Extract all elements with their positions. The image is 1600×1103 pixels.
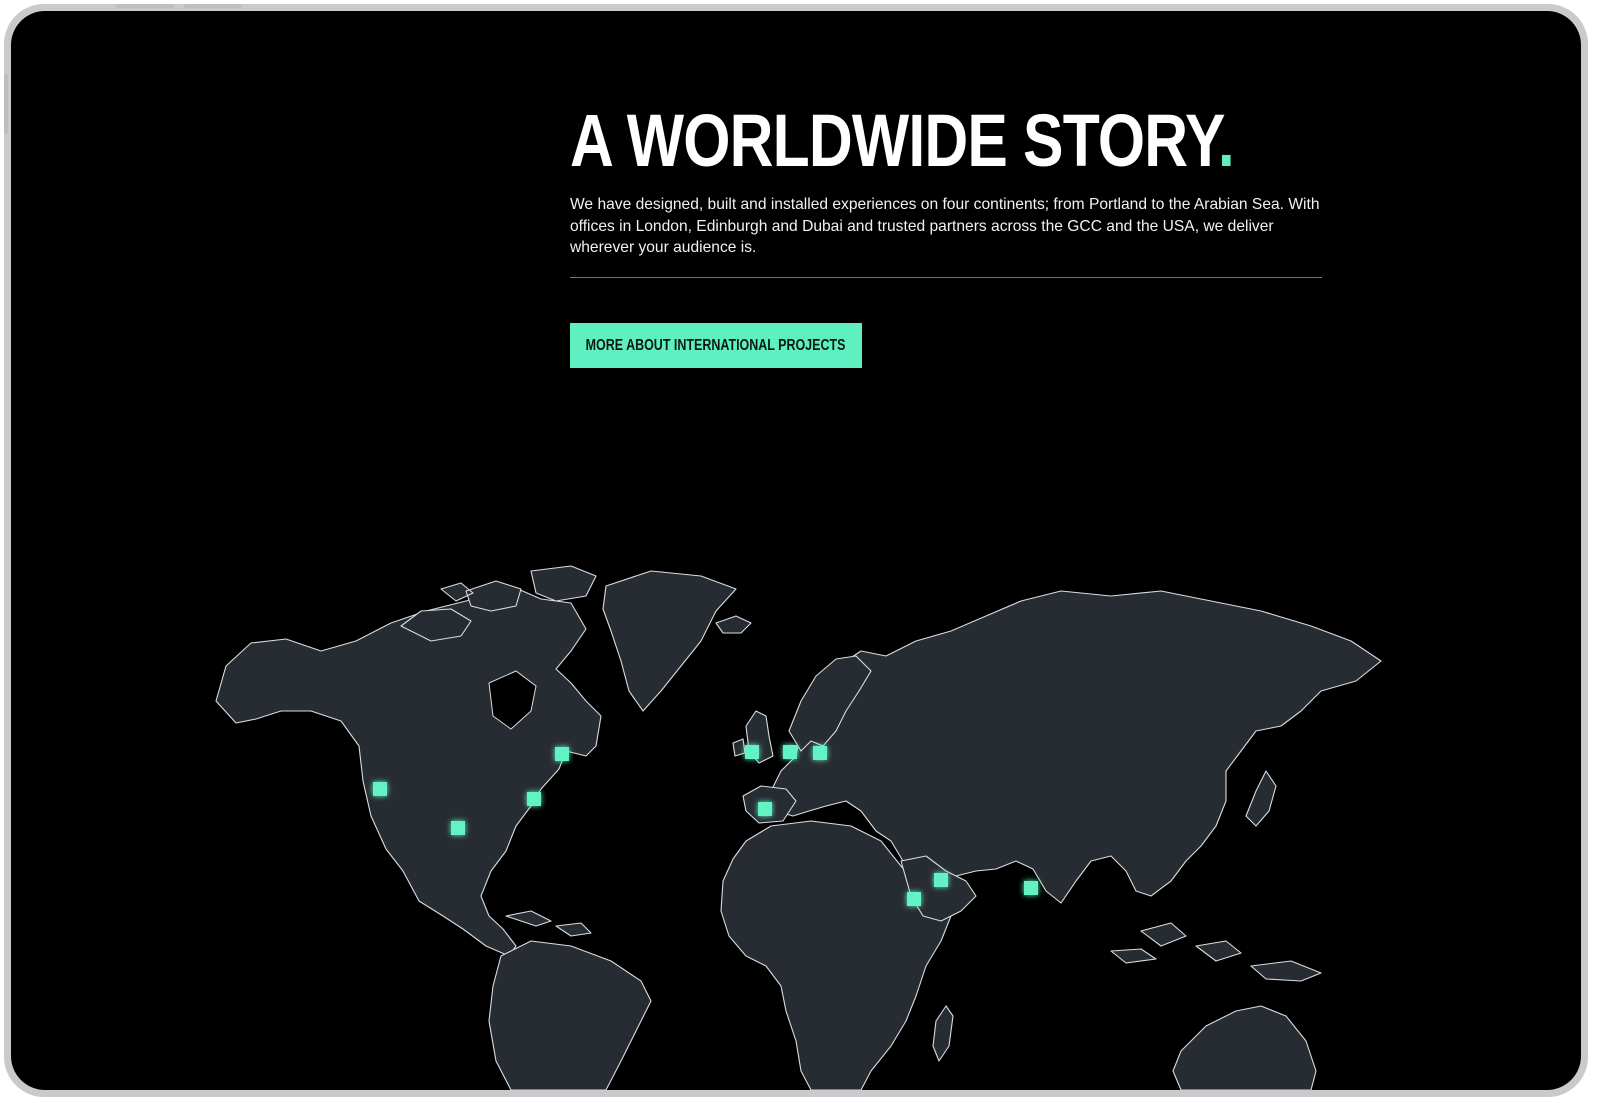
- location-marker: [934, 873, 948, 887]
- divider-line: [570, 277, 1322, 278]
- section-title-text: A WORLDWIDE STORY: [570, 99, 1219, 182]
- device-frame: A WORLDWIDE STORY. We have designed, bui…: [4, 4, 1588, 1097]
- cta-label: MORE ABOUT INTERNATIONAL PROJECTS: [586, 336, 846, 354]
- location-marker: [907, 892, 921, 906]
- section-title: A WORLDWIDE STORY.: [570, 99, 1235, 183]
- device-top-button: [116, 4, 174, 8]
- section-intro-text: We have designed, built and installed ex…: [570, 196, 1320, 256]
- device-side-button: [4, 74, 8, 134]
- japan-islands: [1245, 770, 1277, 827]
- madagascar-island: [932, 1005, 954, 1062]
- location-marker: [783, 745, 797, 759]
- iceland-landmass: [715, 615, 752, 634]
- location-marker: [745, 745, 759, 759]
- international-projects-button[interactable]: MORE ABOUT INTERNATIONAL PROJECTS: [570, 323, 862, 368]
- location-marker: [1024, 881, 1038, 895]
- southeast-asia-islands: [1110, 922, 1322, 982]
- location-marker: [373, 782, 387, 796]
- location-marker: [758, 802, 772, 816]
- south-america-landmass: [488, 940, 652, 1090]
- location-marker: [555, 747, 569, 761]
- location-marker: [451, 821, 465, 835]
- greenland-landmass: [602, 570, 737, 712]
- section-title-accent-dot: .: [1217, 99, 1235, 182]
- location-marker: [813, 746, 827, 760]
- north-america-landmass: [215, 585, 602, 957]
- page-screen: A WORLDWIDE STORY. We have designed, bui…: [11, 11, 1581, 1090]
- device-top-button: [184, 4, 242, 8]
- location-marker: [527, 792, 541, 806]
- australia-landmass: [1172, 1005, 1317, 1090]
- caribbean-islands: [505, 910, 592, 937]
